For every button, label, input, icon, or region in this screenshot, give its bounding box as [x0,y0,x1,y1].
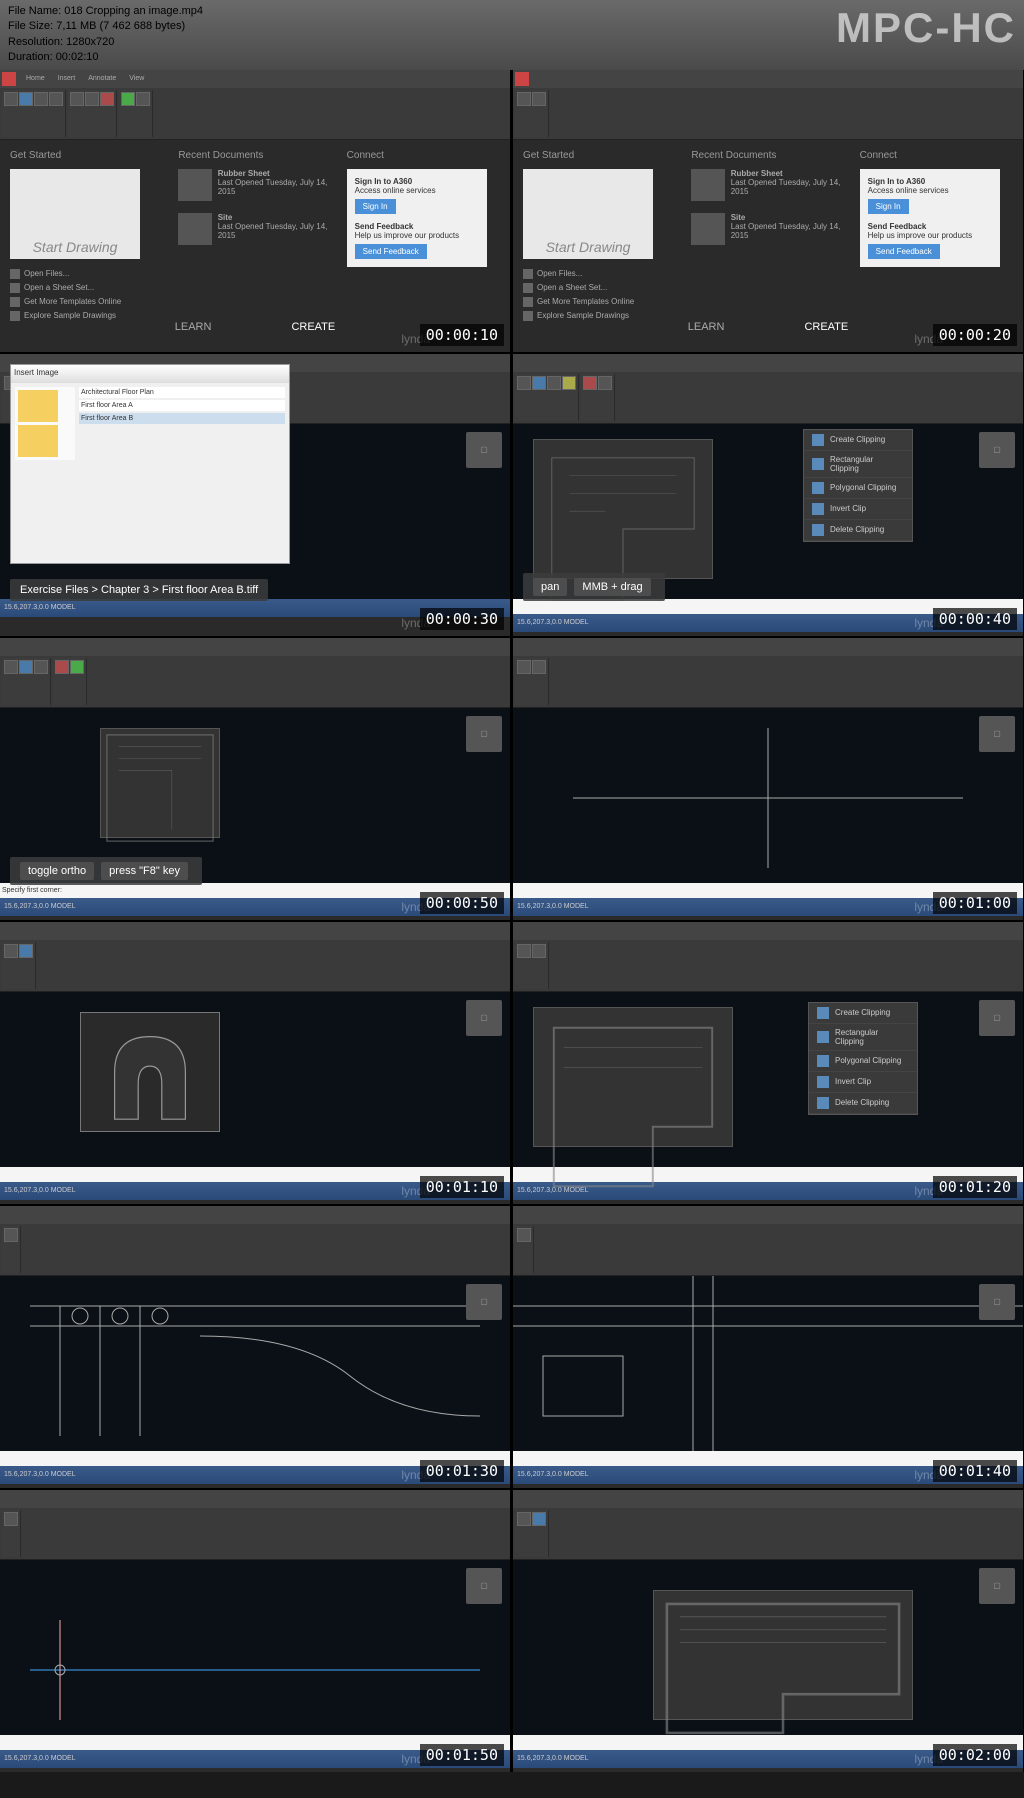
thumbnail-8[interactable]: Create Clipping Rectangular Clipping Pol… [513,922,1023,1204]
dialog-titlebar: Insert Image [11,365,289,383]
viewcube[interactable]: ▢ [979,1568,1015,1604]
thumbnail-2[interactable]: Get Started Start Drawing Open Files... … [513,70,1023,352]
viewcube[interactable]: ▢ [466,1284,502,1320]
dropdown-item[interactable]: Invert Clip [804,499,912,520]
filename-label: File Name: 018 Cropping an image.mp4 [8,4,203,19]
viewcube[interactable]: ▢ [979,432,1015,468]
cropped-image[interactable] [80,1012,220,1132]
resolution-label: Resolution: 1280x720 [8,35,203,50]
thumbnail-9[interactable]: ▢ 15.6,207.3,0.0 MODEL lynda 00:01:30 [0,1206,510,1488]
autocad-logo-icon [515,72,529,86]
dropdown-item[interactable]: Create Clipping [804,430,912,451]
open-files-link[interactable]: Open Files... [10,267,163,281]
filesize-label: File Size: 7,11 MB (7 462 688 bytes) [8,19,203,34]
timestamp: 00:00:50 [420,892,504,914]
caption: Exercise Files > Chapter 3 > First floor… [10,579,268,601]
drawing-detail [513,1276,1023,1451]
drawing-detail [0,1276,510,1451]
autocad-logo-icon [2,72,16,86]
floorplan-image[interactable] [533,439,713,579]
start-drawing-tile[interactable]: Start Drawing [10,169,140,259]
crosshair-cursor [513,708,1023,883]
ribbon-tools [0,88,510,139]
ribbon: Home Insert Annotate View [0,70,510,140]
caption: pan MMB + drag [523,573,665,601]
ribbon-tab[interactable]: Insert [52,73,82,84]
timestamp: 00:00:40 [933,608,1017,630]
samples-link[interactable]: Explore Sample Drawings [10,309,163,323]
timestamp: 00:01:50 [420,1744,504,1766]
dropdown-item[interactable]: Polygonal Clipping [804,478,912,499]
viewcube[interactable]: ▢ [466,432,502,468]
thumbnail-6[interactable]: ▢ 15.6,207.3,0.0 MODEL lynda 00:01:00 [513,638,1023,920]
thumbnail-3[interactable]: ▢ Insert Image Architectural Floor Plan … [0,354,510,636]
viewcube[interactable]: ▢ [466,716,502,752]
open-sheet-link[interactable]: Open a Sheet Set... [10,281,163,295]
viewcube[interactable]: ▢ [466,1000,502,1036]
thumbnail-10[interactable]: ▢ 15.6,207.3,0.0 MODEL lynda 00:01:40 [513,1206,1023,1488]
folder-icon[interactable] [18,425,58,457]
clip-dropdown[interactable]: Create Clipping Rectangular Clipping Pol… [808,1002,918,1115]
timestamp: 00:01:40 [933,1460,1017,1482]
timestamp: 00:01:10 [420,1176,504,1198]
connect-panel: Sign In to A360 Access online services S… [347,169,487,267]
start-drawing-tile[interactable]: Start Drawing [523,169,653,259]
timestamp: 00:01:00 [933,892,1017,914]
get-started-title: Get Started [10,150,163,161]
start-list: Open Files... Open a Sheet Set... Get Mo… [10,267,163,323]
learn-tab[interactable]: LEARN [175,321,212,333]
viewcube[interactable]: ▢ [466,1568,502,1604]
file-list[interactable]: Architectural Floor Plan First floor Are… [79,387,285,460]
thumbnail-4[interactable]: ▢ Create Clipping Rectangular Clipping P… [513,354,1023,636]
timestamp: 00:02:00 [933,1744,1017,1766]
dropdown-item[interactable]: Rectangular Clipping [804,451,912,478]
recent-docs-title: Recent Documents [178,150,331,161]
recent-thumb-icon [178,213,211,245]
floorplan-image[interactable] [653,1590,913,1720]
ribbon-tab[interactable]: Annotate [82,73,122,84]
timestamp: 00:00:20 [933,324,1017,346]
folder-icon[interactable] [18,390,58,422]
thumbnail-5[interactable]: ▢ toggle ortho press "F8" key Specify fi… [0,638,510,920]
duration-label: Duration: 00:02:10 [8,50,203,65]
start-screen: Get Started Start Drawing Open Files... … [0,140,510,315]
recent-doc-1[interactable]: Rubber Sheet Last Opened Tuesday, July 1… [178,169,331,205]
caption: toggle ortho press "F8" key [10,857,202,885]
thumbnail-12[interactable]: ▢ 15.6,207.3,0.0 MODEL lynda 00:02:00 [513,1490,1023,1772]
feedback-button[interactable]: Send Feedback [355,244,427,259]
mpc-logo: MPC-HC [836,4,1016,52]
ribbon-tab[interactable]: View [123,73,150,84]
drawing-lines [0,1560,510,1735]
connect-title: Connect [347,150,500,161]
thumbnail-7[interactable]: ▢ 15.6,207.3,0.0 MODEL lynda 00:01:10 [0,922,510,1204]
viewcube[interactable]: ▢ [979,1000,1015,1036]
recent-thumb-icon [178,169,211,201]
viewcube[interactable]: ▢ [979,1284,1015,1320]
create-tab[interactable]: CREATE [291,321,335,333]
timestamp: 00:00:30 [420,608,504,630]
timestamp: 00:00:10 [420,324,504,346]
ribbon-tabs: Home Insert Annotate View [0,70,510,88]
templates-link[interactable]: Get More Templates Online [10,295,163,309]
thumbnail-1[interactable]: Home Insert Annotate View Get Started St… [0,70,510,352]
dropdown-item[interactable]: Delete Clipping [804,520,912,541]
timestamp: 00:01:20 [933,1176,1017,1198]
ribbon-tab[interactable]: Home [20,73,51,84]
insert-image-dialog[interactable]: Insert Image Architectural Floor Plan Fi… [10,364,290,564]
file-info: File Name: 018 Cropping an image.mp4 Fil… [8,4,203,66]
thumbnail-11[interactable]: ▢ 15.6,207.3,0.0 MODEL lynda 00:01:50 [0,1490,510,1772]
signin-button[interactable]: Sign In [355,199,396,214]
floorplan-image[interactable] [100,728,220,838]
header: File Name: 018 Cropping an image.mp4 Fil… [0,0,1024,70]
clip-dropdown[interactable]: Create Clipping Rectangular Clipping Pol… [803,429,913,542]
floorplan-image[interactable] [533,1007,733,1147]
thumbnail-grid: Home Insert Annotate View Get Started St… [0,70,1024,1772]
viewcube[interactable]: ▢ [979,716,1015,752]
timestamp: 00:01:30 [420,1460,504,1482]
recent-doc-2[interactable]: Site Last Opened Tuesday, July 14, 2015 [178,213,331,249]
